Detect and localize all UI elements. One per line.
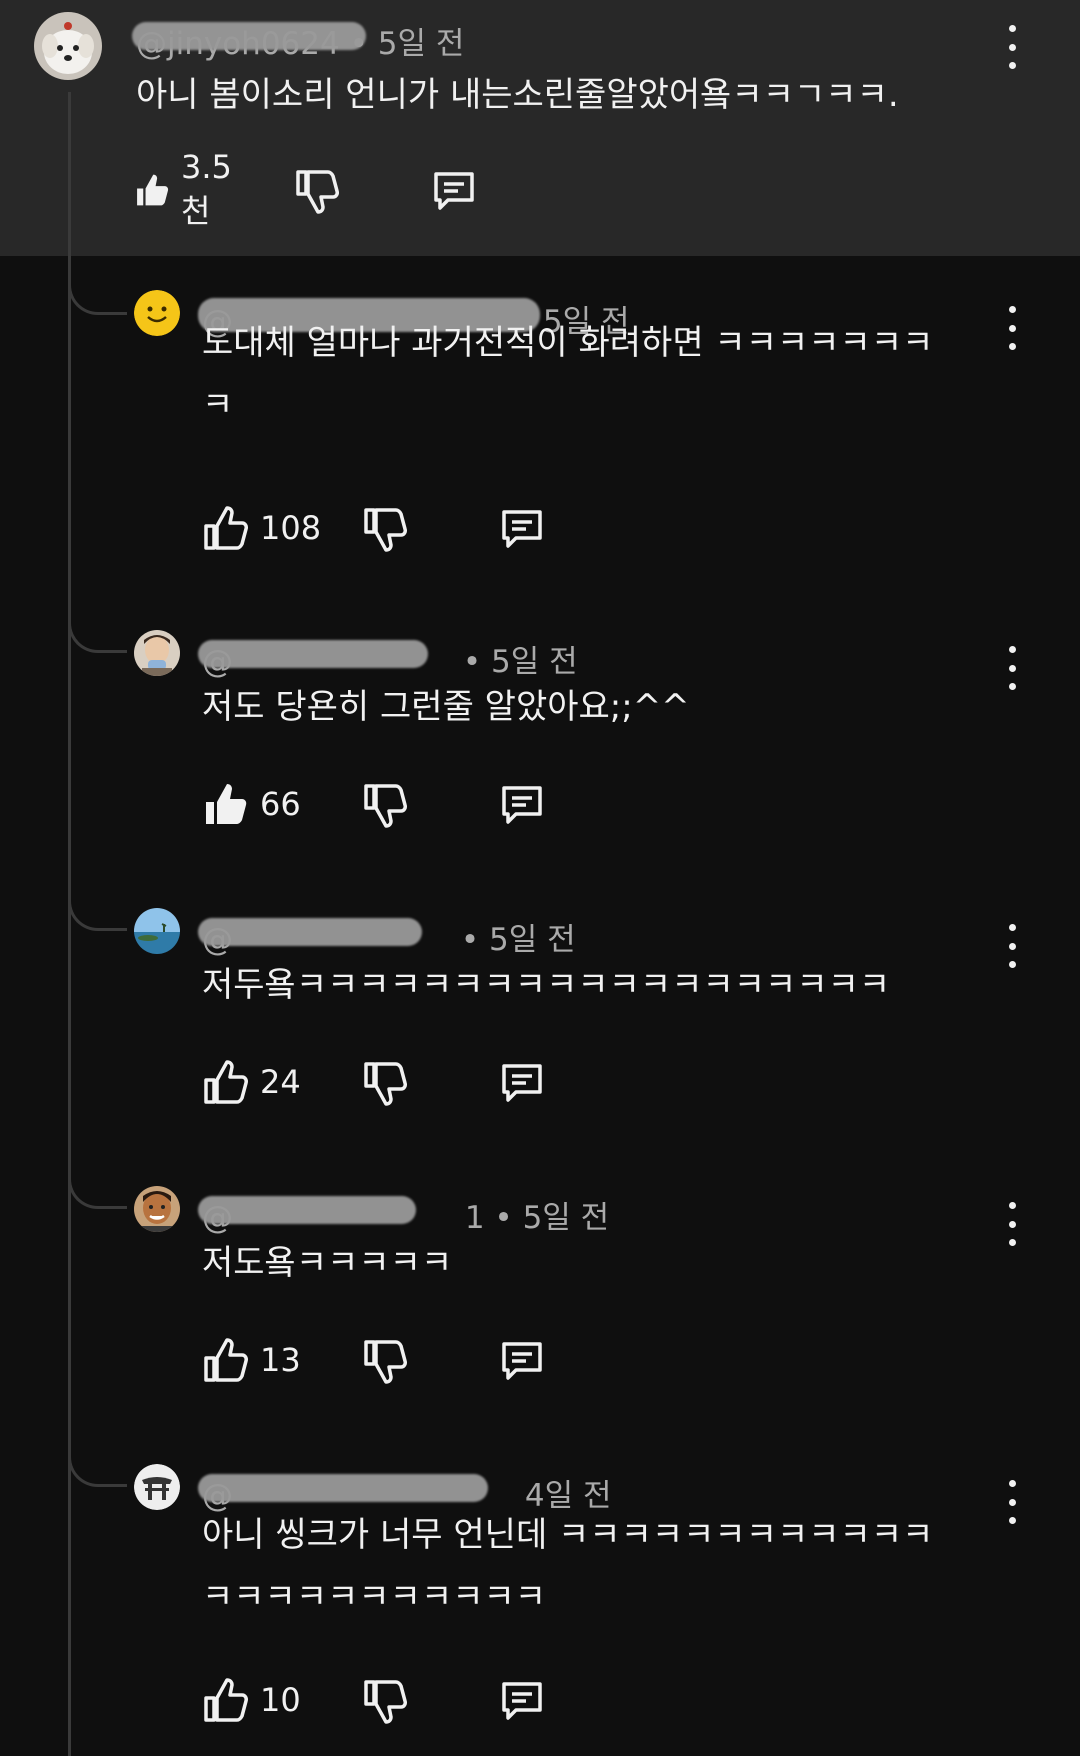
reply-button[interactable] [498,1670,546,1730]
redacted-handle [132,22,366,50]
like-button[interactable]: 10 [202,1670,301,1730]
comment-text-line: 아니 봄이소리 언니가 내는소린줄알았어욬ㅋㅋㄱㅋㅋ. [136,75,899,115]
comment-meta: @ • 5일 전 [198,914,576,959]
like-button[interactable]: 66 [202,774,301,834]
comment-text: 저두욬ㅋㅋㅋㅋㅋㅋㅋㅋㅋㅋㅋㅋㅋㅋㅋㅋㅋㅋㅋ [202,954,890,1016]
comment-text: 저도욬ㅋㅋㅋㅋㅋ [202,1232,452,1294]
reply-comment-icon [502,786,542,824]
like-button[interactable]: 3.5천 [134,148,243,230]
reply-item: @ • 5일 전 저두욬ㅋㅋㅋㅋㅋㅋㅋㅋㅋㅋㅋㅋㅋㅋㅋㅋㅋㅋㅋ 24 [0,874,1080,1134]
comment-text: 아니 씽크가 너무 언닌데 ㅋㅋㅋㅋㅋㅋㅋㅋㅋㅋㅋㅋ ㅋㅋㅋㅋㅋㅋㅋㅋㅋㅋㅋ [202,1504,933,1628]
thumbs-down-icon [364,1340,407,1384]
comment-time: 1 • 5일 전 [464,1200,610,1236]
smiley-avatar-icon[interactable] [134,290,180,336]
like-button[interactable]: 108 [202,498,321,558]
thumbs-down-icon [364,508,407,552]
thumbs-down-icon [364,784,407,828]
comment-text: 아니 봄이소리 언니가 내는소린줄알았어욬ㅋㅋㄱㅋㅋ. [136,64,899,126]
comment-text-line: ㅋㅋㅋㅋㅋㅋㅋㅋㅋㅋㅋ [202,1577,547,1617]
like-count: 10 [260,1681,301,1719]
comment-meta: @jinyoh0624 • 5일 전 [132,18,465,63]
reply-button[interactable] [498,774,546,834]
comment-text-line: 저도 당욘히 그런줄 알았아요;;^^ [202,687,690,727]
comment-text-line: 아니 씽크가 너무 언닌데 ㅋㅋㅋㅋㅋㅋㅋㅋㅋㅋㅋㅋ [202,1515,934,1555]
thumbs-down-icon [296,170,339,214]
reply-button[interactable] [430,160,478,220]
thumbs-up-icon [204,506,248,550]
dislike-button[interactable] [360,498,408,558]
reply-item: @ 1 • 5일 전 저도욬ㅋㅋㅋㅋㅋ 13 [0,1152,1080,1412]
comment-text-line: 저두욬ㅋㅋㅋㅋㅋㅋㅋㅋㅋㅋㅋㅋㅋㅋㅋㅋㅋㅋㅋ [202,965,891,1005]
comment-text-line: ㅋ [202,385,234,425]
comment-text: 저도 당욘히 그런줄 알았아요;;^^ [202,676,690,738]
thumbs-down-icon [364,1062,407,1106]
thumbs-down-icon [364,1680,407,1724]
dislike-button[interactable] [292,160,340,220]
redacted-handle [198,640,428,668]
comment-time: • 5일 전 [349,26,465,62]
comment-text-line: 도대체 얼마나 과거전적이 화려하면 ㅋㅋㅋㅋㅋㅋㅋ [202,323,934,363]
more-options-button[interactable] [1000,306,1024,350]
thumbs-up-filled-icon [137,174,169,206]
like-button[interactable]: 24 [202,1052,301,1112]
reply-comment-icon [502,1682,542,1720]
reply-item: @ 4일 전 아니 씽크가 너무 언닌데 ㅋㅋㅋㅋㅋㅋㅋㅋㅋㅋㅋㅋ ㅋㅋㅋㅋㅋㅋ… [0,1430,1080,1756]
reply-comment-icon [502,510,542,548]
dislike-button[interactable] [360,1330,408,1390]
like-count: 13 [260,1341,301,1379]
reply-button[interactable] [498,498,546,558]
like-count: 24 [260,1063,301,1101]
reply-button[interactable] [498,1052,546,1112]
reply-item: @ 5일 전 도대체 얼마나 과거전적이 화려하면 ㅋㅋㅋㅋㅋㅋㅋ ㅋ 108 [0,256,1080,576]
thumbs-up-icon [204,1678,248,1722]
dislike-button[interactable] [360,1670,408,1730]
reply-button[interactable] [498,1330,546,1390]
gate-avatar-icon[interactable] [134,1464,180,1510]
like-button[interactable]: 13 [202,1330,301,1390]
redacted-handle [198,1474,488,1502]
more-options-button[interactable] [1000,646,1024,690]
more-options-button[interactable] [1000,924,1024,968]
like-count: 108 [260,509,322,547]
comment-meta: @ • 5일 전 [198,636,578,681]
man-avatar-icon[interactable] [134,1186,180,1232]
reply-comment-icon [434,172,474,210]
more-options-button[interactable] [1000,1480,1024,1524]
dislike-button[interactable] [360,774,408,834]
thumbs-up-icon [204,1338,248,1382]
redacted-handle [198,918,422,946]
thumbs-up-icon [204,1060,248,1104]
like-count: 66 [260,785,301,823]
reply-comment-icon [502,1342,542,1380]
comment-item: @jinyoh0624 • 5일 전 아니 봄이소리 언니가 내는소린줄알았어욬… [0,0,1080,256]
more-options-button[interactable] [1000,25,1024,69]
more-options-button[interactable] [1000,1202,1024,1246]
comment-time: • 5일 전 [460,922,576,958]
dog-avatar-icon[interactable] [34,12,102,80]
redacted-handle [198,1196,416,1224]
comment-time: • 5일 전 [462,644,578,680]
dislike-button[interactable] [360,1052,408,1112]
comment-meta: @ 1 • 5일 전 [198,1192,610,1237]
landscape-avatar-icon[interactable] [134,908,180,954]
reply-item: @ • 5일 전 저도 당욘히 그런줄 알았아요;;^^ 66 [0,596,1080,856]
like-count: 3.5천 [180,148,232,230]
comment-text-line: 저도욬ㅋㅋㅋㅋㅋ [202,1243,453,1283]
reply-comment-icon [502,1064,542,1102]
thumbs-up-filled-icon [206,784,247,824]
person-avatar-icon[interactable] [134,630,180,676]
comment-text: 도대체 얼마나 과거전적이 화려하면 ㅋㅋㅋㅋㅋㅋㅋ ㅋ [202,312,933,436]
